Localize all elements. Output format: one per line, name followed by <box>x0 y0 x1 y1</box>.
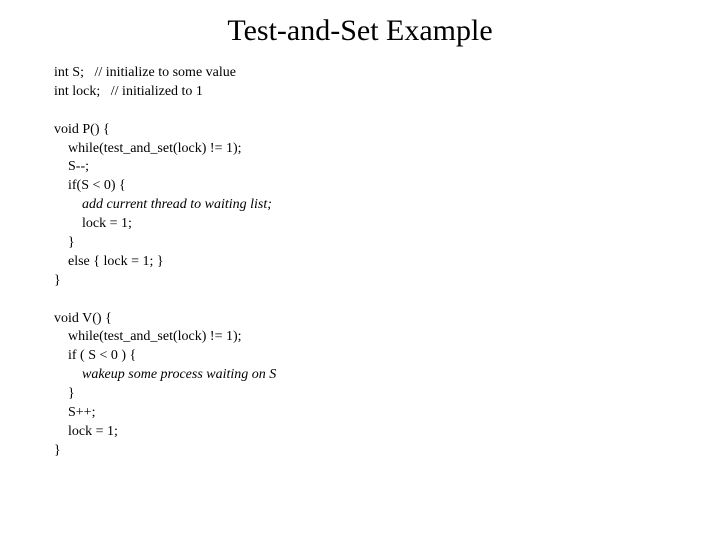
code-line: int lock; // initialized to 1 <box>54 84 203 99</box>
code-line: } <box>54 443 61 458</box>
code-line: } <box>54 386 75 401</box>
code-line: while(test_and_set(lock) != 1); <box>54 329 242 344</box>
code-line-indent <box>54 197 82 212</box>
code-line: void P() { <box>54 122 110 137</box>
code-line-italic: wakeup some process waiting on S <box>82 367 276 382</box>
code-line: if(S < 0) { <box>54 178 126 193</box>
code-line: int S; // initialize to some value <box>54 65 236 80</box>
code-line: } <box>54 235 75 250</box>
code-line: void V() { <box>54 311 112 326</box>
code-line: S++; <box>54 405 95 420</box>
code-line: S--; <box>54 159 89 174</box>
code-line: else { lock = 1; } <box>54 254 164 269</box>
slide-title: Test-and-Set Example <box>0 14 720 48</box>
code-line: if ( S < 0 ) { <box>54 348 136 363</box>
slide: Test-and-Set Example int S; // initializ… <box>0 0 720 540</box>
code-line: } <box>54 273 61 288</box>
code-line: while(test_and_set(lock) != 1); <box>54 141 242 156</box>
code-line: lock = 1; <box>54 424 118 439</box>
code-block: int S; // initialize to some value int l… <box>54 64 674 461</box>
code-line-indent <box>54 367 82 382</box>
code-line-italic: add current thread to waiting list; <box>82 197 272 212</box>
code-line: lock = 1; <box>54 216 132 231</box>
